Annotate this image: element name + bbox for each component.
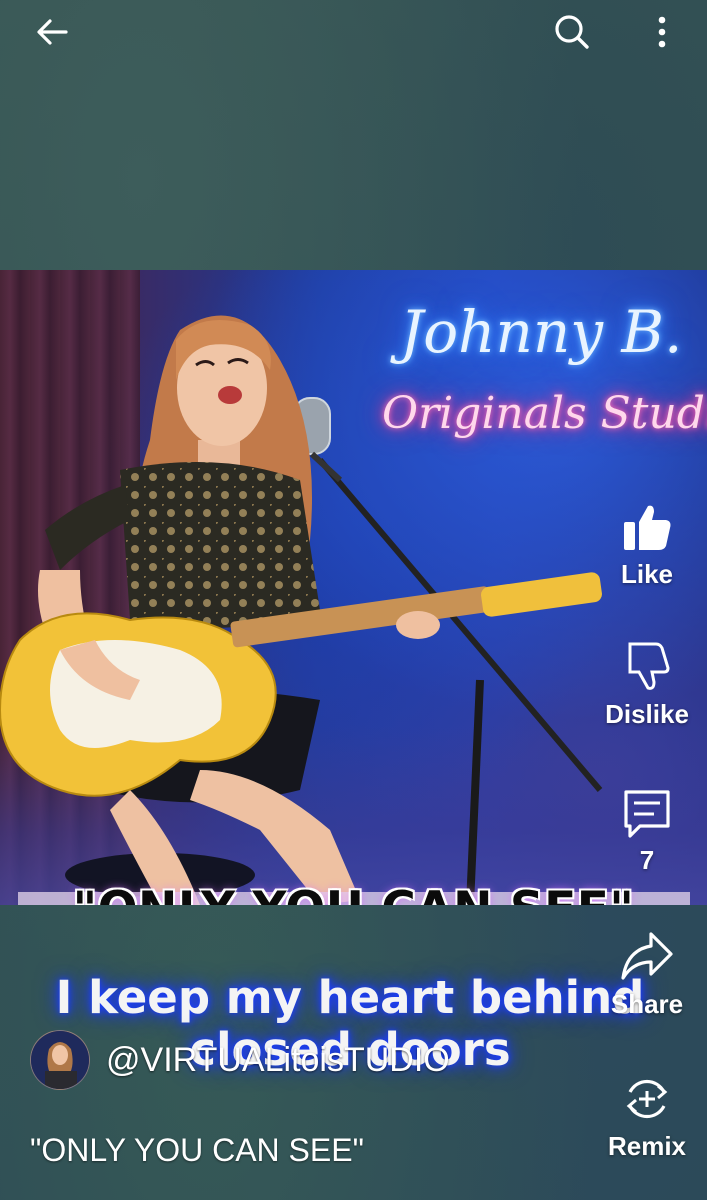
more-vertical-icon	[658, 16, 666, 48]
dislike-label: Dislike	[605, 699, 689, 729]
video-title[interactable]: "ONLY YOU CAN SEE"	[30, 1132, 364, 1169]
like-label: Like	[620, 559, 674, 589]
channel-row[interactable]: @VIRTUALitoisTUDIO	[30, 1030, 450, 1090]
share-button[interactable]: Share	[592, 928, 702, 1020]
arrow-left-icon	[37, 19, 68, 45]
back-button[interactable]	[28, 8, 76, 56]
share-icon	[621, 932, 673, 980]
comments-button[interactable]: 7	[592, 786, 702, 876]
top-bar	[0, 0, 707, 70]
dislike-button[interactable]: Dislike	[592, 640, 702, 730]
remix-label: Remix	[607, 1131, 687, 1161]
thumbs-down-icon	[628, 642, 670, 690]
channel-handle[interactable]: @VIRTUALitoisTUDIO	[106, 1041, 450, 1080]
more-options-button[interactable]	[638, 8, 686, 56]
comment-icon	[624, 790, 670, 838]
channel-avatar[interactable]	[30, 1030, 90, 1090]
search-icon	[555, 15, 589, 49]
avatar-image	[31, 1031, 89, 1089]
video-caption: "ONLY YOU CAN SEE"	[0, 882, 707, 905]
search-button[interactable]	[548, 8, 596, 56]
comments-count: 7	[639, 845, 655, 875]
share-label: Share	[610, 989, 684, 1019]
thumbs-up-icon	[624, 505, 671, 550]
lyrics-line-1: I keep my heart behind	[55, 971, 645, 1024]
remix-button[interactable]: Remix	[592, 1072, 702, 1162]
remix-icon	[626, 1079, 668, 1119]
like-button[interactable]: Like	[592, 500, 702, 590]
